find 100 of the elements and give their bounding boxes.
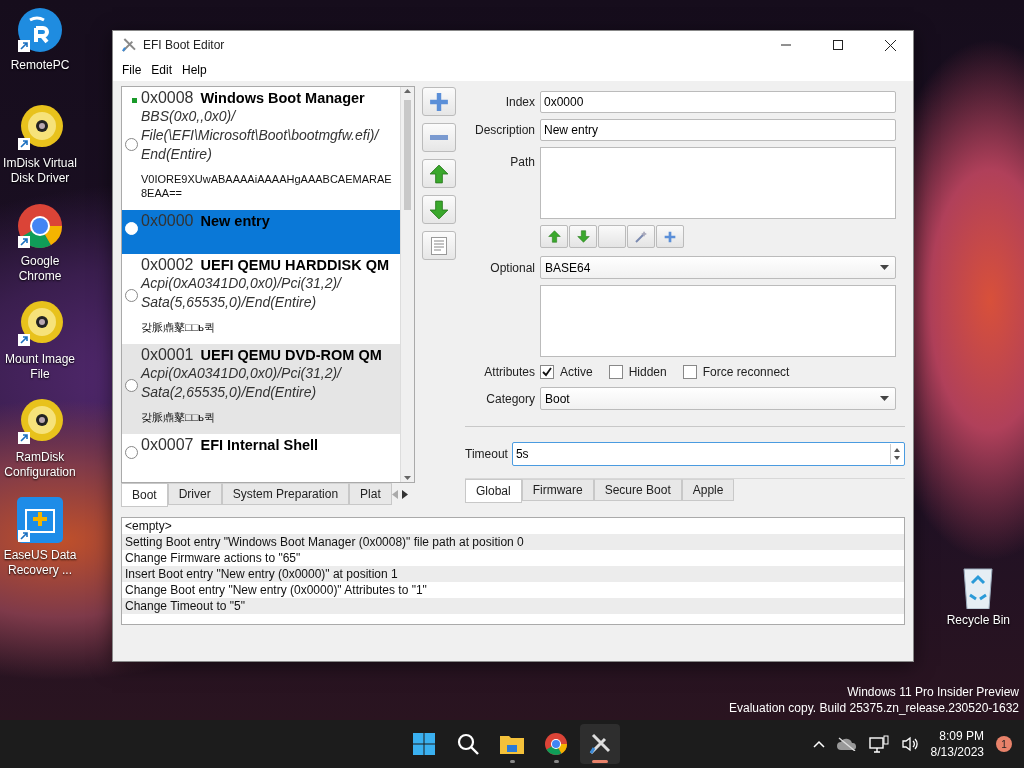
- add-button[interactable]: [656, 225, 684, 248]
- entry-index: 0x0000: [141, 212, 194, 230]
- minus-icon: [430, 135, 448, 140]
- field-label: Attributes: [483, 365, 535, 379]
- checkbox-label: Hidden: [628, 365, 667, 379]
- folder-icon: [499, 733, 525, 755]
- entry-path: Acpi(0xA0341D0,0x0)/Pci(31,2)/: [141, 274, 343, 293]
- entry-index: 0x0002: [141, 256, 194, 274]
- radio-button[interactable]: [125, 445, 138, 459]
- cloud-icon[interactable]: [836, 737, 857, 751]
- tab[interactable]: Firmware: [521, 479, 594, 501]
- boot-entry[interactable]: 0x0001 UEFI QEMU DVD-ROM QM Acpi(0xA0341D0,0x0)/Pci(31,2)/ Sata(2,65535,0)/End(Entire) 갖脈鼑鼕□□ь퀵: [122, 344, 400, 434]
- radio-button[interactable]: [125, 378, 138, 392]
- tools-icon: [121, 37, 137, 53]
- tab[interactable]: Apple: [681, 479, 735, 501]
- clock-date[interactable]: 8/13/2023: [930, 744, 984, 760]
- details-button[interactable]: [422, 231, 456, 260]
- tab[interactable]: System Preparation: [221, 483, 350, 505]
- browser-icon: [544, 732, 568, 756]
- toolbox-icon: [16, 496, 64, 544]
- tab[interactable]: Driver: [167, 483, 222, 505]
- menu-item[interactable]: File: [117, 63, 147, 77]
- move-up-button[interactable]: [422, 159, 456, 188]
- entry-data: V0IORE9XUwABAAAAiAAAAHgAAABCAEMARAE: [141, 172, 393, 186]
- move-down-button[interactable]: [422, 195, 456, 224]
- taskbar-button[interactable]: [580, 724, 620, 764]
- document-icon: [431, 236, 447, 255]
- scroll-up-icon[interactable]: [403, 87, 412, 96]
- scrollbar[interactable]: [400, 87, 414, 482]
- checkbox[interactable]: [608, 365, 623, 379]
- field-label: Category: [485, 391, 535, 406]
- desktop-icon-label[interactable]: RamDisk Configuration: [0, 450, 80, 480]
- remove-button[interactable]: [422, 123, 456, 152]
- chevron-up-icon[interactable]: [812, 740, 825, 748]
- desktop-icon-label[interactable]: Recycle Bin: [946, 613, 1010, 628]
- scroll-thumb[interactable]: [404, 100, 411, 210]
- tools-icon: [588, 732, 612, 756]
- desktop-icon-label[interactable]: Mount Image File: [0, 352, 80, 382]
- desktop-icon-label[interactable]: ImDisk Virtual Disk Driver: [0, 156, 80, 186]
- entry-data: 갖脈鼑鼕□□ь퀵: [141, 320, 217, 334]
- desktop-icon-label[interactable]: Google Chrome: [0, 254, 80, 284]
- clock-time[interactable]: 8:09 PM: [939, 728, 984, 744]
- search-icon: [456, 732, 480, 756]
- network-icon[interactable]: [868, 735, 889, 753]
- field-label: Optional: [489, 260, 535, 275]
- watermark-text: Windows 11 Pro Insider Preview: [846, 684, 1019, 700]
- entry-title: New entry: [200, 213, 270, 229]
- radio-button[interactable]: [125, 138, 138, 151]
- notification-badge[interactable]: 1: [996, 736, 1012, 752]
- checkbox[interactable]: [682, 365, 697, 379]
- browser-icon: [16, 202, 64, 250]
- entry-path: Acpi(0xA0341D0,0x0)/Pci(31,2)/: [141, 364, 343, 383]
- plus-icon: [429, 91, 449, 112]
- tab[interactable]: Boot: [121, 483, 168, 507]
- disc-icon: [16, 398, 64, 446]
- tab[interactable]: Secure Boot: [593, 479, 682, 501]
- description-field[interactable]: New entry: [540, 119, 896, 141]
- add-button[interactable]: [422, 87, 456, 116]
- optional-format-dropdown[interactable]: BASE64: [540, 256, 896, 279]
- scroll-down-icon[interactable]: [403, 473, 412, 482]
- entry-data: 8EAA==: [141, 186, 183, 200]
- desktop-icon-label[interactable]: EaseUS Data Recovery ...: [0, 548, 80, 578]
- entry-path: End(Entire): [141, 145, 213, 164]
- boot-entry[interactable]: 0x0000 New entry: [122, 210, 400, 254]
- tab[interactable]: Global: [465, 479, 522, 503]
- move-down-button[interactable]: [569, 225, 597, 248]
- caret-icon: [880, 396, 889, 401]
- index-field[interactable]: 0x0000: [540, 91, 896, 113]
- menu-item[interactable]: Edit: [146, 63, 178, 77]
- start-icon: [412, 732, 436, 756]
- entry-title: UEFI QEMU DVD-ROM QM: [200, 347, 382, 363]
- arrow-down-icon: [576, 230, 590, 243]
- entry-path: Sata(2,65535,0)/End(Entire): [141, 383, 318, 402]
- scroll-right-icon[interactable]: [400, 489, 408, 499]
- disc-icon: [16, 104, 64, 152]
- menu-item[interactable]: Help: [177, 63, 212, 77]
- path-field[interactable]: [540, 147, 896, 219]
- plus-icon: [664, 230, 676, 243]
- arrow-down-icon: [429, 199, 449, 220]
- disc-icon: [16, 300, 64, 348]
- timeout-spinbox[interactable]: 5s: [511, 442, 905, 466]
- entry-title: EFI Internal Shell: [200, 437, 319, 453]
- checkbox-label: Force reconnect: [702, 365, 790, 379]
- field-label: Description: [473, 123, 535, 137]
- entry-path: File(\EFI\Microsoft\Boot\bootmgfw.efi)/: [141, 126, 381, 145]
- checkbox[interactable]: [540, 365, 554, 379]
- radio-button[interactable]: [125, 288, 138, 302]
- tab[interactable]: Plat: [349, 483, 392, 505]
- category-dropdown[interactable]: Boot: [540, 387, 896, 410]
- wand-button[interactable]: [627, 225, 655, 248]
- optional-data-field[interactable]: [540, 285, 896, 357]
- field-label: Timeout: [465, 447, 508, 461]
- entry-title: UEFI QEMU HARDDISK QM: [200, 257, 389, 273]
- move-up-button[interactable]: [540, 225, 568, 248]
- entry-index: 0x0008: [141, 89, 194, 107]
- entry-data: 갖脈鼑鼕□□ь퀵: [141, 410, 217, 424]
- desktop-icon-label[interactable]: RemotePC: [10, 58, 70, 73]
- entry-index: 0x0007: [141, 436, 194, 454]
- volume-icon[interactable]: [900, 736, 919, 752]
- field-label: Index: [504, 95, 535, 109]
